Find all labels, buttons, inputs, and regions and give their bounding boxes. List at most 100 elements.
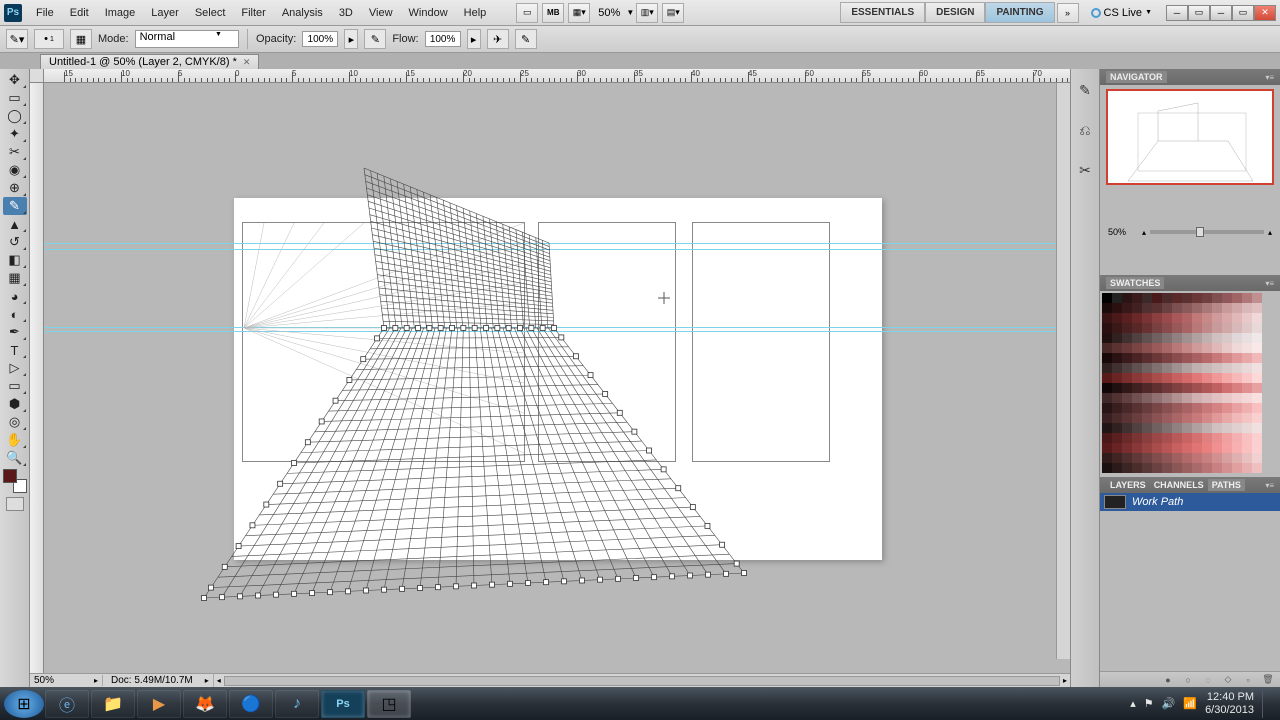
swatch[interactable]: [1172, 383, 1182, 393]
canvas-viewport[interactable]: [44, 83, 1070, 673]
swatch[interactable]: [1222, 453, 1232, 463]
brush-preset-icon[interactable]: •1: [34, 29, 64, 49]
swatch[interactable]: [1242, 323, 1252, 333]
start-button[interactable]: ⊞: [4, 690, 44, 718]
swatch[interactable]: [1252, 393, 1262, 403]
menu-image[interactable]: Image: [97, 3, 144, 23]
swatch[interactable]: [1102, 373, 1112, 383]
swatch[interactable]: [1192, 323, 1202, 333]
swatch[interactable]: [1162, 313, 1172, 323]
swatch[interactable]: [1182, 303, 1192, 313]
status-zoom[interactable]: 50%: [30, 675, 90, 686]
swatch-grid[interactable]: [1102, 293, 1278, 473]
swatch[interactable]: [1102, 383, 1112, 393]
swatch[interactable]: [1202, 383, 1212, 393]
swatch[interactable]: [1252, 363, 1262, 373]
taskbar-chrome-icon[interactable]: 🔵: [229, 690, 273, 718]
mb-button[interactable]: MB: [542, 3, 564, 23]
swatch[interactable]: [1142, 323, 1152, 333]
swatch[interactable]: [1102, 453, 1112, 463]
swatch[interactable]: [1142, 403, 1152, 413]
swatch[interactable]: [1122, 403, 1132, 413]
menu-help[interactable]: Help: [456, 3, 495, 23]
swatch[interactable]: [1232, 333, 1242, 343]
swatch[interactable]: [1252, 453, 1262, 463]
swatch[interactable]: [1132, 433, 1142, 443]
swatch[interactable]: [1142, 363, 1152, 373]
swatch[interactable]: [1142, 433, 1152, 443]
swatch[interactable]: [1232, 353, 1242, 363]
swatch[interactable]: [1142, 333, 1152, 343]
swatch[interactable]: [1112, 303, 1122, 313]
swatch[interactable]: [1232, 463, 1242, 473]
swatch[interactable]: [1212, 463, 1222, 473]
swatch[interactable]: [1162, 343, 1172, 353]
swatch[interactable]: [1162, 303, 1172, 313]
swatch[interactable]: [1252, 313, 1262, 323]
panel-menu-icon[interactable]: ▾≡: [1265, 279, 1274, 288]
dodge-tool[interactable]: ◐: [3, 305, 27, 323]
swatch[interactable]: [1102, 423, 1112, 433]
swatch[interactable]: [1162, 373, 1172, 383]
swatch[interactable]: [1202, 443, 1212, 453]
swatch[interactable]: [1162, 323, 1172, 333]
swatch[interactable]: [1132, 333, 1142, 343]
swatch[interactable]: [1102, 433, 1112, 443]
new-path-button[interactable]: ▫: [1242, 675, 1254, 685]
swatch[interactable]: [1122, 313, 1132, 323]
swatch[interactable]: [1232, 313, 1242, 323]
swatch[interactable]: [1122, 443, 1132, 453]
swatch[interactable]: [1182, 413, 1192, 423]
swatch[interactable]: [1252, 323, 1262, 333]
swatch[interactable]: [1222, 433, 1232, 443]
swatch[interactable]: [1202, 313, 1212, 323]
swatch[interactable]: [1232, 413, 1242, 423]
swatch[interactable]: [1252, 333, 1262, 343]
swatch[interactable]: [1102, 343, 1112, 353]
app-restore-button[interactable]: ▭: [1232, 5, 1254, 21]
swatch[interactable]: [1152, 333, 1162, 343]
swatch[interactable]: [1172, 363, 1182, 373]
swatch[interactable]: [1132, 363, 1142, 373]
swatch[interactable]: [1212, 293, 1222, 303]
swatch[interactable]: [1192, 433, 1202, 443]
zoom-in-icon[interactable]: ▴: [1268, 228, 1272, 237]
taskbar-folder-icon[interactable]: 📁: [91, 690, 135, 718]
swatch[interactable]: [1112, 353, 1122, 363]
swatch[interactable]: [1202, 463, 1212, 473]
swatch[interactable]: [1202, 293, 1212, 303]
app-close-button[interactable]: ✕: [1254, 5, 1276, 21]
swatch[interactable]: [1222, 333, 1232, 343]
swatch[interactable]: [1232, 373, 1242, 383]
swatch[interactable]: [1102, 463, 1112, 473]
swatch[interactable]: [1252, 433, 1262, 443]
swatch[interactable]: [1152, 463, 1162, 473]
swatch[interactable]: [1122, 393, 1132, 403]
lasso-tool[interactable]: ◯: [3, 107, 27, 125]
status-menu-icon[interactable]: ▸: [201, 676, 213, 685]
tablet-pressure-opacity-icon[interactable]: ✎: [364, 29, 386, 49]
swatch[interactable]: [1232, 433, 1242, 443]
swatch[interactable]: [1242, 443, 1252, 453]
swatch[interactable]: [1152, 433, 1162, 443]
tray-action-center-icon[interactable]: ⚑: [1144, 697, 1154, 710]
swatch[interactable]: [1222, 293, 1232, 303]
swatch[interactable]: [1122, 453, 1132, 463]
menu-filter[interactable]: Filter: [233, 3, 273, 23]
tool-presets-panel-icon[interactable]: ✂: [1074, 159, 1096, 181]
swatch[interactable]: [1132, 323, 1142, 333]
swatch[interactable]: [1102, 403, 1112, 413]
swatch[interactable]: [1102, 293, 1112, 303]
panel-menu-icon[interactable]: ▾≡: [1265, 73, 1274, 82]
swatch[interactable]: [1172, 293, 1182, 303]
swatch[interactable]: [1152, 453, 1162, 463]
grid-button-b[interactable]: ▤▾: [662, 3, 684, 23]
type-tool[interactable]: T: [3, 341, 27, 359]
load-selection-button[interactable]: ◌: [1202, 675, 1214, 685]
swatch[interactable]: [1202, 413, 1212, 423]
zoom-percent[interactable]: 50%: [592, 7, 626, 19]
grid-button-a[interactable]: ▥▾: [636, 3, 658, 23]
swatch[interactable]: [1192, 413, 1202, 423]
swatch[interactable]: [1162, 413, 1172, 423]
workspace-tab-design[interactable]: DESIGN: [925, 2, 985, 23]
